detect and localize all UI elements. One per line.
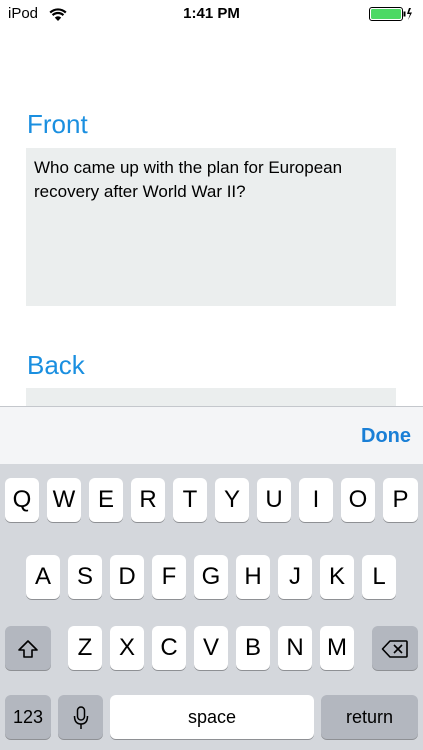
front-text-field[interactable]: Who came up with the plan for European r… xyxy=(26,148,396,306)
key-c[interactable]: C xyxy=(152,626,186,670)
front-label: Front xyxy=(27,109,88,139)
key-n[interactable]: N xyxy=(278,626,312,670)
key-w[interactable]: W xyxy=(47,478,81,522)
delete-icon xyxy=(381,639,408,658)
key-y[interactable]: Y xyxy=(215,478,249,522)
key-r[interactable]: R xyxy=(131,478,165,522)
return-key[interactable]: return xyxy=(321,695,418,739)
key-v[interactable]: V xyxy=(194,626,228,670)
key-o[interactable]: O xyxy=(341,478,375,522)
microphone-icon xyxy=(73,705,88,729)
clock: 1:41 PM xyxy=(183,5,240,22)
key-l[interactable]: L xyxy=(362,555,396,599)
key-u[interactable]: U xyxy=(257,478,291,522)
space-key[interactable]: space xyxy=(110,695,314,739)
key-m[interactable]: M xyxy=(320,626,354,670)
key-s[interactable]: S xyxy=(68,555,102,599)
battery-icon xyxy=(369,7,412,21)
key-x[interactable]: X xyxy=(110,626,144,670)
status-bar: iPod 1:41 PM xyxy=(0,0,423,30)
key-i[interactable]: I xyxy=(299,478,333,522)
key-a[interactable]: A xyxy=(26,555,60,599)
key-f[interactable]: F xyxy=(152,555,186,599)
keyboard: Done Q W E R T Y U I O P A S D F G H J K… xyxy=(0,406,423,750)
numbers-key[interactable]: 123 xyxy=(5,695,51,739)
key-z[interactable]: Z xyxy=(68,626,102,670)
done-button[interactable]: Done xyxy=(361,425,411,448)
shift-icon xyxy=(18,639,38,658)
keyboard-accessory-bar: Done xyxy=(0,406,423,464)
key-d[interactable]: D xyxy=(110,555,144,599)
shift-key[interactable] xyxy=(5,626,51,670)
key-e[interactable]: E xyxy=(89,478,123,522)
key-t[interactable]: T xyxy=(173,478,207,522)
back-text-field[interactable] xyxy=(26,388,396,408)
key-q[interactable]: Q xyxy=(5,478,39,522)
delete-key[interactable] xyxy=(372,626,418,670)
key-h[interactable]: H xyxy=(236,555,270,599)
key-k[interactable]: K xyxy=(320,555,354,599)
key-b[interactable]: B xyxy=(236,626,270,670)
screen: iPod 1:41 PM Front Who came up with the … xyxy=(0,0,423,750)
key-p[interactable]: P xyxy=(383,478,418,522)
microphone-key[interactable] xyxy=(58,695,103,739)
key-j[interactable]: J xyxy=(278,555,312,599)
back-label: Back xyxy=(27,350,85,380)
key-g[interactable]: G xyxy=(194,555,228,599)
